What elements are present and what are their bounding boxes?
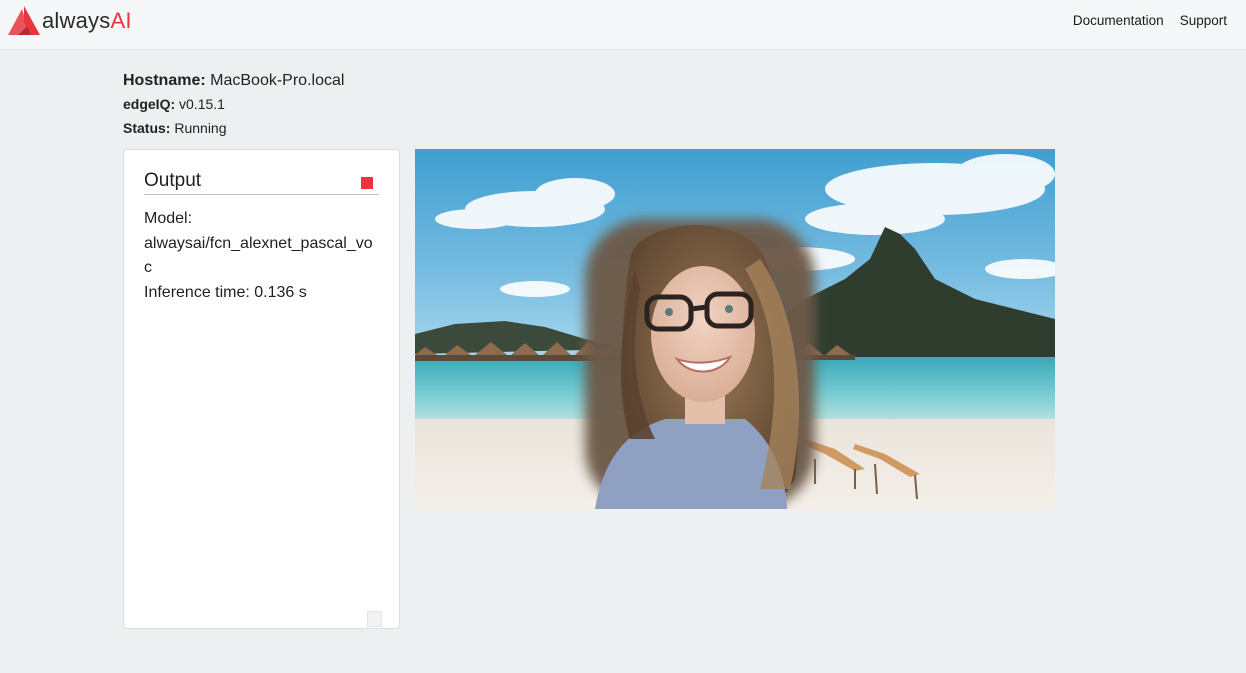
- documentation-link[interactable]: Documentation: [1073, 13, 1164, 28]
- output-panel[interactable]: Output Model: alwaysai/fcn_alexnet_pasca…: [123, 149, 400, 629]
- logo-wordmark: alwaysAI: [42, 7, 132, 33]
- stop-square-icon[interactable]: [361, 177, 373, 189]
- inference-time: Inference time: 0.136 s: [144, 283, 307, 301]
- alwaysai-logo[interactable]: alwaysAI: [7, 5, 132, 36]
- hostname-row: Hostname: MacBook-Pro.local: [123, 73, 344, 97]
- status-value: Running: [174, 120, 227, 136]
- top-nav-links: Documentation Support: [1073, 13, 1227, 28]
- output-text: Model: alwaysai/fcn_alexnet_pascal_voc I…: [144, 207, 374, 305]
- hostname-value: MacBook-Pro.local: [210, 72, 345, 89]
- edgeiq-label: edgeIQ:: [123, 96, 176, 112]
- status-label: Status:: [123, 120, 171, 136]
- edgeiq-row: edgeIQ: v0.15.1: [123, 97, 344, 121]
- device-info: Hostname: MacBook-Pro.local edgeIQ: v0.1…: [123, 73, 344, 145]
- segmented-frame-image: [415, 149, 1055, 509]
- model-value: alwaysai/fcn_alexnet_pascal_voc: [144, 234, 373, 277]
- output-header: Output: [144, 170, 379, 195]
- model-label: Model:: [144, 210, 193, 227]
- support-link[interactable]: Support: [1180, 13, 1227, 28]
- alwaysai-logo-icon: [8, 6, 40, 35]
- top-navbar: alwaysAI Documentation Support: [0, 0, 1246, 50]
- video-stream-frame: [415, 149, 1055, 509]
- hostname-label: Hostname:: [123, 72, 206, 89]
- resize-handle[interactable]: [367, 611, 382, 627]
- output-title: Output: [144, 170, 202, 191]
- status-row: Status: Running: [123, 121, 344, 145]
- edgeiq-version: v0.15.1: [179, 96, 225, 112]
